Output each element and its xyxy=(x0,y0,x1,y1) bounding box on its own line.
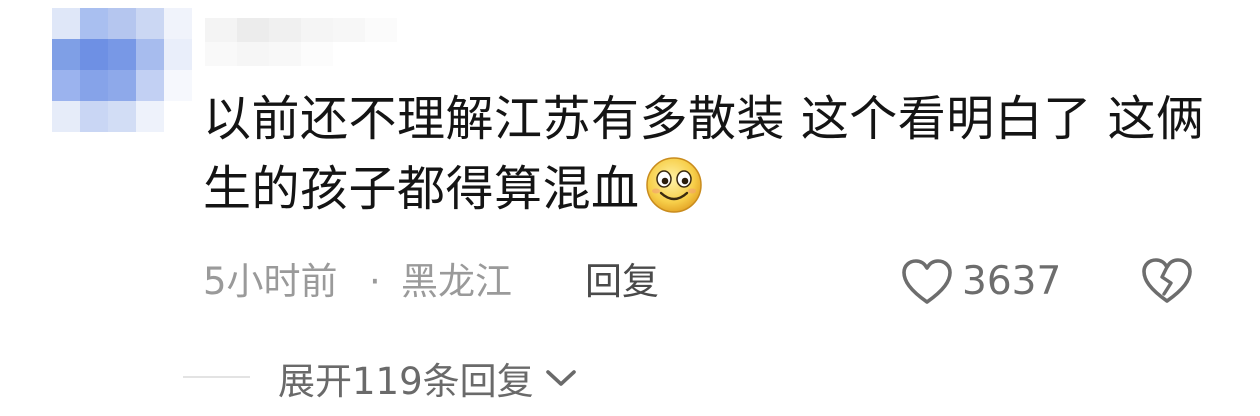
expand-replies-button[interactable]: 展开119条回复 xyxy=(278,350,578,406)
smiling-face-emoji xyxy=(645,157,702,213)
chevron-down-icon xyxy=(545,370,576,386)
broken-heart-icon[interactable] xyxy=(1140,256,1194,306)
timestamp: 5小时前 xyxy=(203,260,338,303)
comment-text: 以前还不理解江苏有多散装 这个看明白了 这俩生的孩子都得算混血 xyxy=(203,91,1205,217)
meta-separator: · xyxy=(369,260,381,303)
like-count: 3637 xyxy=(962,259,1062,304)
username-blurred[interactable] xyxy=(205,18,397,66)
replies-divider xyxy=(183,376,250,378)
heart-outline-icon xyxy=(902,259,952,304)
reply-button[interactable]: 回复 xyxy=(585,254,659,310)
like-button[interactable]: 3637 xyxy=(900,252,1061,312)
comment-body: 以前还不理解江苏有多散装 这个看明白了 这俩生的孩子都得算混血 xyxy=(203,84,1213,224)
ip-location: 黑龙江 xyxy=(401,260,512,303)
avatar[interactable] xyxy=(52,8,192,132)
expand-replies-label: 展开119条回复 xyxy=(278,360,534,403)
